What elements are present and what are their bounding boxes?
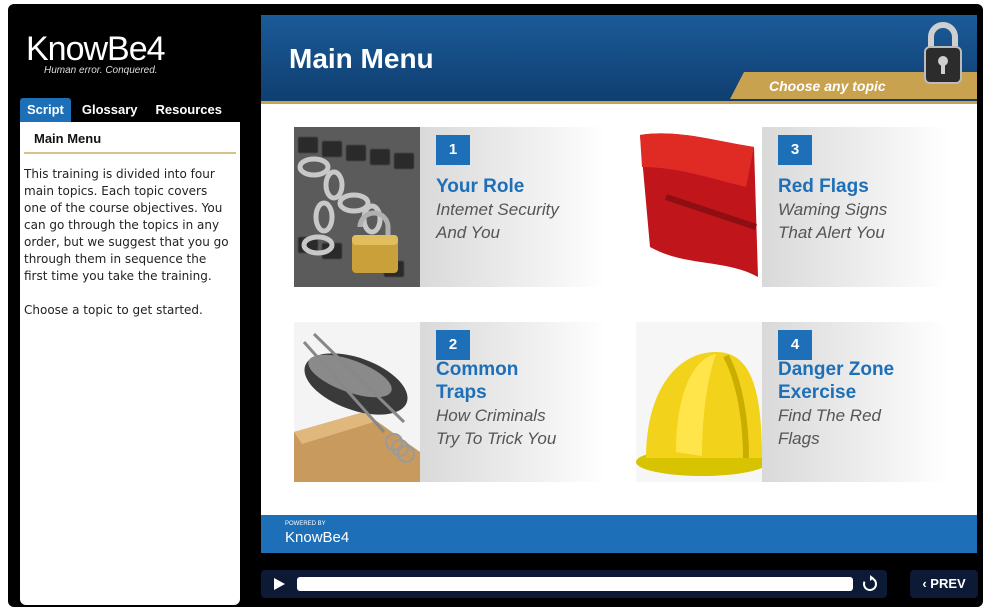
progress-bar[interactable] xyxy=(297,577,853,591)
logo-tagline: Human error. Conquered. xyxy=(44,65,158,76)
replay-icon[interactable] xyxy=(861,575,879,593)
page-title: Main Menu xyxy=(289,43,434,74)
topic-subtitle: Try To Trick You xyxy=(436,429,557,448)
sidebar-tabs: Script Glossary Resources xyxy=(20,98,240,122)
topic-number: 3 xyxy=(778,135,812,165)
footer-logo: KnowBe4 xyxy=(285,529,350,546)
topic-subtitle: How Criminals xyxy=(436,406,546,425)
topic-subtitle: Find The Red xyxy=(778,406,881,425)
header-divider xyxy=(261,101,977,104)
play-icon[interactable] xyxy=(271,576,287,592)
topic-subtitle: Waming Signs xyxy=(778,200,888,219)
topic-title: Danger Zone xyxy=(778,359,895,380)
chain-keyboard-image xyxy=(294,127,420,287)
knowbe4-logo: KnowBe4 Human error. Conquered. xyxy=(26,30,226,76)
prev-button[interactable]: ‹ PREV xyxy=(910,570,978,598)
mousetrap-image xyxy=(294,322,420,482)
topic-subtitle: And You xyxy=(436,223,500,242)
topic-title: Traps xyxy=(436,382,487,403)
script-paragraph: Choose a topic to get started. xyxy=(24,303,203,317)
padlock-icon xyxy=(924,22,962,84)
topic-card-text: 1 Your Role Intemet Security And You xyxy=(420,127,606,287)
choose-topic-text: Choose any topic xyxy=(769,78,886,94)
topic-title: Your Role xyxy=(436,176,525,197)
tab-script[interactable]: Script xyxy=(20,98,71,122)
player-controls xyxy=(261,570,887,598)
script-panel: Main Menu This training is divided into … xyxy=(20,122,240,605)
script-paragraph: This training is divided into four main … xyxy=(24,167,229,283)
topic-title: Red Flags xyxy=(778,176,869,197)
topic-card-text: 2 Common Traps How Criminals Try To Tric… xyxy=(420,322,606,482)
topic-subtitle: Intemet Security xyxy=(436,200,559,219)
topic-number: 1 xyxy=(436,135,470,165)
topic-card-text: 4 Danger Zone Exercise Find The Red Flag… xyxy=(762,322,948,482)
script-text: This training is divided into four main … xyxy=(20,154,240,319)
topic-card-your-role[interactable]: 1 Your Role Intemet Security And You xyxy=(294,127,606,287)
topic-card-danger-zone[interactable]: 4 Danger Zone Exercise Find The Red Flag… xyxy=(636,322,948,482)
topic-card-common-traps[interactable]: 2 Common Traps How Criminals Try To Tric… xyxy=(294,322,606,482)
script-panel-title: Main Menu xyxy=(24,122,236,154)
topic-card-text: 3 Red Flags Waming Signs That Alert You xyxy=(762,127,948,287)
topic-card-red-flags[interactable]: 3 Red Flags Waming Signs That Alert You xyxy=(636,127,948,287)
topic-title: Exercise xyxy=(778,382,857,403)
topic-number: 2 xyxy=(436,330,470,360)
topic-title: Common xyxy=(436,359,519,380)
header: Main Menu Choose any topic xyxy=(261,15,977,101)
footer-bar: POWERED BY KnowBe4 xyxy=(261,515,977,553)
powered-by-label: POWERED BY xyxy=(285,521,326,527)
logo-text: KnowBe4 xyxy=(26,30,166,68)
main-content: Main Menu Choose any topic 1 Your Role I… xyxy=(261,15,977,553)
hard-hat-image xyxy=(636,322,762,482)
tab-resources[interactable]: Resources xyxy=(149,98,229,122)
tab-glossary[interactable]: Glossary xyxy=(75,98,145,122)
topic-subtitle: Flags xyxy=(778,429,820,448)
red-flag-image xyxy=(636,127,762,287)
topic-subtitle: That Alert You xyxy=(778,223,885,242)
topic-number: 4 xyxy=(778,330,812,360)
